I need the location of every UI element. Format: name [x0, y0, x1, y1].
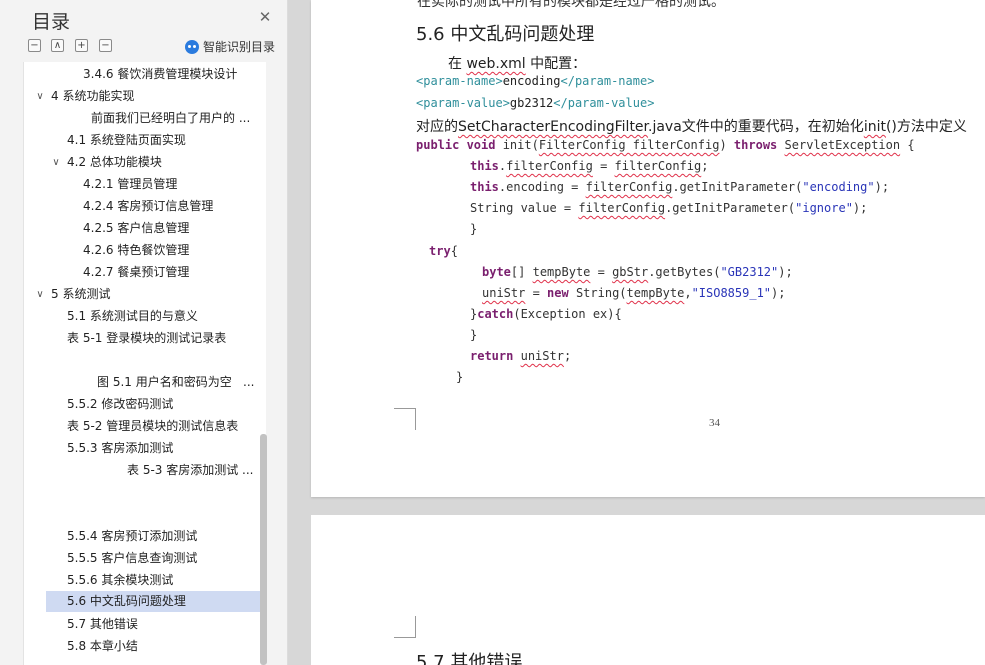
toc-item[interactable]: 4.1 系统登陆页面实现 — [24, 130, 261, 151]
toc-scrollbar[interactable] — [260, 434, 267, 665]
toc-item[interactable]: 5.5.5 客户信息查询测试 — [24, 548, 261, 569]
toc-item[interactable]: 表 5-2 管理员模块的测试信息表 — [24, 416, 261, 437]
toc-item[interactable]: 4.2.5 客户信息管理 — [24, 218, 261, 239]
chevron-down-icon[interactable]: ∨ — [34, 284, 46, 305]
xml-code-line: <param-name>encoding</param-name> — [416, 74, 655, 88]
toc-item[interactable]: 5.5.2 修改密码测试 — [24, 394, 261, 415]
toc-item[interactable]: ∨ 4 系统功能实现 — [24, 86, 261, 107]
margin-corner-mark — [394, 408, 416, 430]
toc-item[interactable]: 前面我们已经明白了用户的 ... — [24, 108, 261, 129]
section-heading: 5.7 其他错误 — [416, 652, 523, 665]
toc-item[interactable]: 3.4.6 餐饮消费管理模块设计 — [24, 64, 261, 85]
code-line: byte[] tempByte = gbStr.getBytes("GB2312… — [482, 265, 793, 279]
code-line: return uniStr; — [470, 349, 572, 363]
toc-item[interactable]: 5.7 其他错误 — [24, 614, 261, 635]
toc-item[interactable]: 4.2.6 特色餐饮管理 — [24, 240, 261, 261]
toc-item[interactable]: 5.5.3 客房添加测试 — [24, 438, 261, 459]
code-line: String value = filterConfig.getInitParam… — [470, 201, 868, 215]
toc-item[interactable]: 5.8 本章小结 — [24, 636, 261, 657]
toc-item[interactable]: ∨ 5 系统测试 — [24, 284, 261, 305]
smart-toc-label: 智能识别目录 — [203, 40, 276, 54]
toc-item[interactable]: 4.2.1 管理员管理 — [24, 174, 261, 195]
body-paragraph: 在 web.xml 中配置： — [448, 56, 587, 72]
toc-list: 3.4.6 餐饮消费管理模块设计 ∨ 4 系统功能实现 前面我们已经明白了用户的 … — [23, 62, 266, 665]
toc-item[interactable]: ∨ 4.2 总体功能模块 — [24, 152, 261, 173]
code-line: this.encoding = filterConfig.getInitPara… — [470, 180, 890, 194]
toc-item[interactable]: 5.5.4 客房预订添加测试 — [24, 526, 261, 547]
chevron-down-icon[interactable]: ∨ — [50, 152, 62, 173]
toc-item[interactable]: 表 5-1 登录模块的测试记录表 — [24, 328, 261, 349]
toc-item[interactable]: 表 5-3 客房添加测试 ... — [24, 460, 261, 481]
page-number: 34 — [709, 417, 720, 429]
code-line: } — [470, 328, 478, 342]
section-heading: 5.6 中文乱码问题处理 — [416, 24, 595, 45]
robot-icon — [185, 39, 199, 54]
code-line: }catch(Exception ex){ — [470, 307, 622, 321]
code-line: public void init(FilterConfig filterConf… — [416, 138, 915, 152]
xml-code-line: <param-value>gb2312</param-value> — [416, 96, 655, 110]
toc-item[interactable]: 4.2.4 客房预订信息管理 — [24, 196, 261, 217]
close-icon[interactable]: ✕ — [257, 9, 273, 25]
code-line: uniStr = new String(tempByte,"ISO8859_1"… — [482, 286, 786, 300]
body-paragraph: 对应的SetCharacterEncodingFilter.java文件中的重要… — [416, 119, 967, 135]
toc-item-selected[interactable]: 5.6 中文乱码问题处理 — [46, 591, 261, 612]
document-page — [311, 515, 985, 665]
expand-all-button[interactable]: ∧ — [51, 39, 64, 52]
remove-heading-button[interactable]: − — [99, 39, 112, 52]
toc-title: 目录 — [32, 11, 71, 33]
margin-corner-mark — [394, 616, 416, 638]
add-heading-button[interactable]: + — [75, 39, 88, 52]
code-line: try{ — [429, 244, 458, 258]
code-line: } — [456, 370, 464, 384]
toc-item[interactable]: 4.2.7 餐桌预订管理 — [24, 262, 261, 283]
toc-item[interactable]: 图 5.1 用户名和密码为空... — [24, 372, 261, 393]
chevron-down-icon[interactable]: ∨ — [34, 86, 46, 107]
smart-toc-button[interactable]: 智能识别目录 — [185, 38, 275, 55]
code-line: } — [470, 222, 478, 236]
toc-sidebar: 目录 ✕ − ∧ + − 智能识别目录 3.4.6 餐饮消费管理模块设计 ∨ 4 … — [0, 0, 288, 665]
toc-item[interactable]: 5.5.6 其余模块测试 — [24, 570, 261, 591]
body-text-cutoff: 在实际的测试中所有的模块都是经过严格的测试。 — [417, 0, 725, 10]
code-line: this.filterConfig = filterConfig; — [470, 159, 709, 173]
collapse-all-button[interactable]: − — [28, 39, 41, 52]
toc-item[interactable]: 5.1 系统测试目的与意义 — [24, 306, 261, 327]
